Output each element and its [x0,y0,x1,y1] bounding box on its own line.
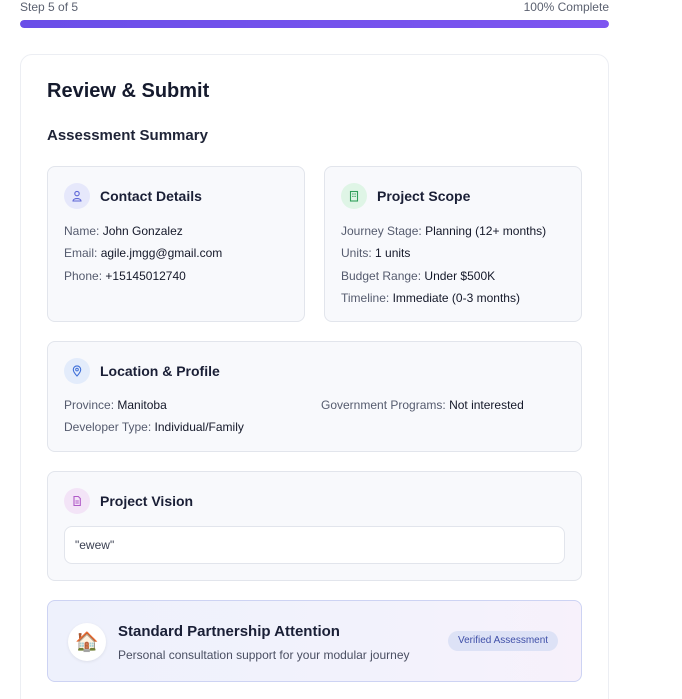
province-value: Manitoba [117,398,167,412]
budget-row: Budget Range: Under $500K [341,269,495,283]
project-scope-panel: Project Scope Journey Stage: Planning (1… [324,166,582,322]
page-title: Review & Submit [47,80,210,102]
step-indicator: Step 5 of 5 [20,0,79,14]
timeline-value: Immediate (0-3 months) [392,291,520,305]
government-programs-value: Not interested [449,398,524,412]
document-icon [64,488,90,514]
government-programs-row: Government Programs: Not interested [321,398,524,412]
section-subtitle: Assessment Summary [47,127,208,144]
project-vision-panel: Project Vision "ewew" [47,471,582,581]
budget-value: Under $500K [424,269,496,283]
house-icon: 🏠 [68,623,106,661]
units-label: Units: [341,246,372,260]
government-programs-label: Government Programs: [321,398,446,412]
contact-phone-row: Phone: +15145012740 [64,269,186,283]
project-scope-title: Project Scope [377,188,471,204]
progress-bar-fill [20,20,609,28]
location-profile-title: Location & Profile [100,363,220,379]
progress-header: Step 5 of 5 100% Complete [20,0,609,16]
partnership-card: 🏠 Standard Partnership Attention Persona… [47,600,582,682]
email-value: agile.jmgg@gmail.com [100,246,223,260]
units-value: 1 units [375,246,411,260]
map-pin-icon [64,358,90,384]
email-label: Email: [64,246,98,260]
developer-type-value: Individual/Family [154,420,244,434]
project-vision-text: "ewew" [64,526,565,564]
journey-stage-value: Planning (12+ months) [425,224,547,238]
user-icon [64,183,90,209]
progress-bar [20,20,609,28]
budget-label: Budget Range: [341,269,422,283]
contact-details-panel: Contact Details Name: John Gonzalez Emai… [47,166,305,322]
name-label: Name: [64,224,100,238]
contact-email-row: Email: agile.jmgg@gmail.com [64,246,222,260]
location-profile-panel: Location & Profile Province: Manitoba Go… [47,341,582,452]
partnership-description: Personal consultation support for your m… [118,648,410,662]
partnership-title: Standard Partnership Attention [118,623,340,640]
timeline-label: Timeline: [341,291,390,305]
developer-type-label: Developer Type: [64,420,152,434]
phone-label: Phone: [64,269,103,283]
journey-stage-row: Journey Stage: Planning (12+ months) [341,224,546,238]
contact-details-title: Contact Details [100,188,202,204]
timeline-row: Timeline: Immediate (0-3 months) [341,291,520,305]
verified-badge: Verified Assessment [448,631,559,651]
developer-type-row: Developer Type: Individual/Family [64,420,244,434]
contact-name-row: Name: John Gonzalez [64,224,183,238]
units-row: Units: 1 units [341,246,410,260]
name-value: John Gonzalez [102,224,183,238]
journey-stage-label: Journey Stage: [341,224,422,238]
province-row: Province: Manitoba [64,398,167,412]
phone-value: +15145012740 [105,269,186,283]
province-label: Province: [64,398,115,412]
completion-percent: 100% Complete [523,0,609,14]
building-icon [341,183,367,209]
project-vision-title: Project Vision [100,493,194,509]
